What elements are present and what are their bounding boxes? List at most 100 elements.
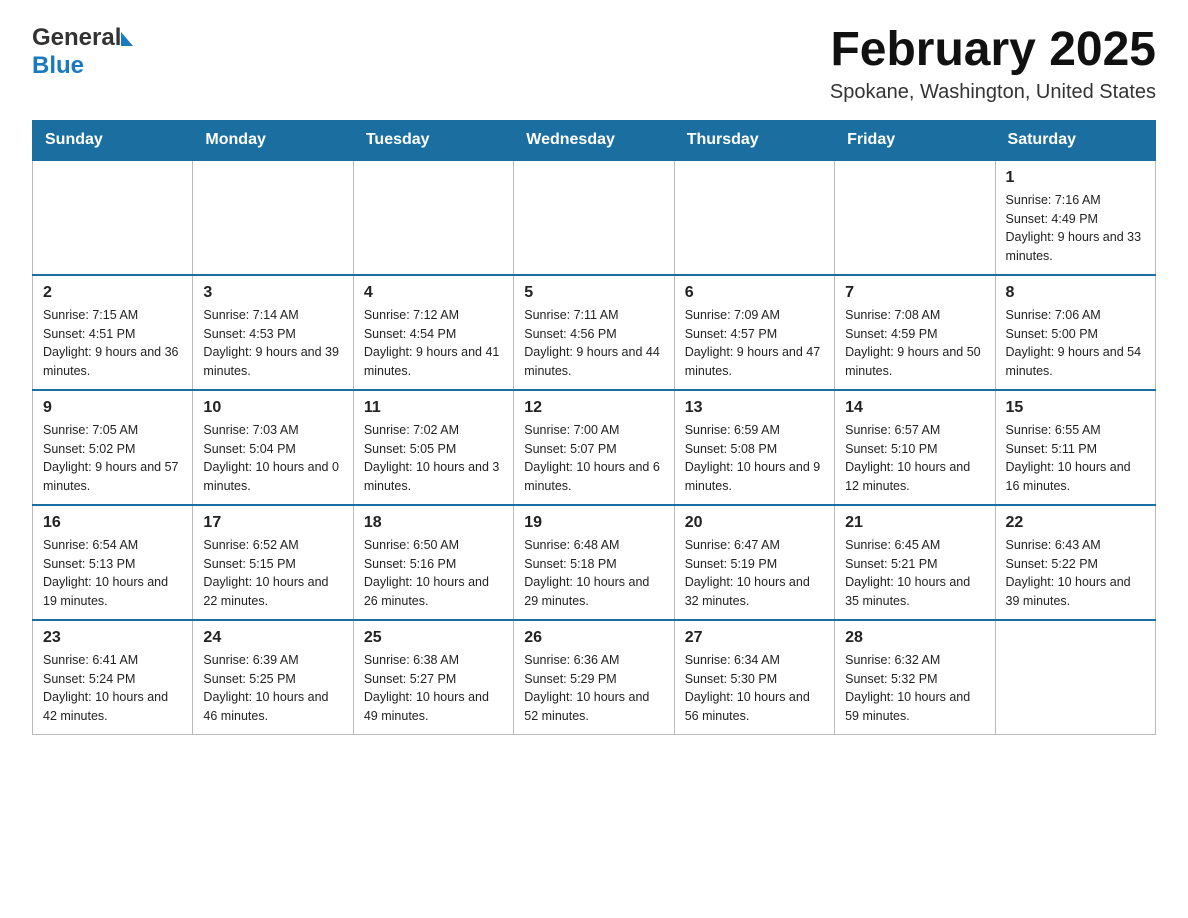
day-info: Sunrise: 6:52 AM Sunset: 5:15 PM Dayligh…: [203, 536, 342, 611]
calendar-cell: 23 Sunrise: 6:41 AM Sunset: 5:24 PM Dayli…: [33, 620, 193, 735]
day-number: 23: [43, 629, 182, 647]
day-of-week-header: Friday: [835, 120, 995, 160]
day-number: 19: [524, 514, 663, 532]
calendar-cell: 1 Sunrise: 7:16 AM Sunset: 4:49 PM Daylig…: [995, 160, 1155, 275]
day-info: Sunrise: 6:50 AM Sunset: 5:16 PM Dayligh…: [364, 536, 503, 611]
calendar-cell: [995, 620, 1155, 735]
day-info: Sunrise: 6:36 AM Sunset: 5:29 PM Dayligh…: [524, 651, 663, 726]
calendar-cell: 2 Sunrise: 7:15 AM Sunset: 4:51 PM Daylig…: [33, 275, 193, 390]
day-number: 28: [845, 629, 984, 647]
calendar-cell: [33, 160, 193, 275]
day-number: 17: [203, 514, 342, 532]
location-title: Spokane, Washington, United States: [830, 81, 1156, 104]
day-of-week-header: Thursday: [674, 120, 834, 160]
day-of-week-header: Sunday: [33, 120, 193, 160]
day-number: 24: [203, 629, 342, 647]
day-info: Sunrise: 7:11 AM Sunset: 4:56 PM Dayligh…: [524, 306, 663, 381]
day-number: 3: [203, 284, 342, 302]
day-info: Sunrise: 6:38 AM Sunset: 5:27 PM Dayligh…: [364, 651, 503, 726]
day-number: 20: [685, 514, 824, 532]
day-info: Sunrise: 6:47 AM Sunset: 5:19 PM Dayligh…: [685, 536, 824, 611]
calendar-table: SundayMondayTuesdayWednesdayThursdayFrid…: [32, 120, 1156, 735]
calendar-cell: 24 Sunrise: 6:39 AM Sunset: 5:25 PM Dayli…: [193, 620, 353, 735]
day-number: 15: [1006, 399, 1145, 417]
calendar-cell: [353, 160, 513, 275]
day-number: 16: [43, 514, 182, 532]
calendar-cell: 16 Sunrise: 6:54 AM Sunset: 5:13 PM Dayli…: [33, 505, 193, 620]
week-row: 9 Sunrise: 7:05 AM Sunset: 5:02 PM Daylig…: [33, 390, 1156, 505]
calendar-cell: [193, 160, 353, 275]
day-info: Sunrise: 7:05 AM Sunset: 5:02 PM Dayligh…: [43, 421, 182, 496]
day-info: Sunrise: 7:08 AM Sunset: 4:59 PM Dayligh…: [845, 306, 984, 381]
day-info: Sunrise: 6:43 AM Sunset: 5:22 PM Dayligh…: [1006, 536, 1145, 611]
week-row: 1 Sunrise: 7:16 AM Sunset: 4:49 PM Daylig…: [33, 160, 1156, 275]
day-number: 10: [203, 399, 342, 417]
day-info: Sunrise: 7:02 AM Sunset: 5:05 PM Dayligh…: [364, 421, 503, 496]
day-info: Sunrise: 6:54 AM Sunset: 5:13 PM Dayligh…: [43, 536, 182, 611]
day-number: 22: [1006, 514, 1145, 532]
day-number: 1: [1006, 169, 1145, 187]
calendar-cell: 28 Sunrise: 6:32 AM Sunset: 5:32 PM Dayli…: [835, 620, 995, 735]
day-of-week-header: Wednesday: [514, 120, 674, 160]
day-info: Sunrise: 6:32 AM Sunset: 5:32 PM Dayligh…: [845, 651, 984, 726]
calendar-cell: 18Sunrise: 6:50 AM Sunset: 5:16 PM Dayli…: [353, 505, 513, 620]
day-number: 5: [524, 284, 663, 302]
week-row: 16 Sunrise: 6:54 AM Sunset: 5:13 PM Dayli…: [33, 505, 1156, 620]
calendar-cell: 6Sunrise: 7:09 AM Sunset: 4:57 PM Daylig…: [674, 275, 834, 390]
day-of-week-header: Monday: [193, 120, 353, 160]
week-row: 2 Sunrise: 7:15 AM Sunset: 4:51 PM Daylig…: [33, 275, 1156, 390]
week-row: 23 Sunrise: 6:41 AM Sunset: 5:24 PM Dayli…: [33, 620, 1156, 735]
calendar-cell: [835, 160, 995, 275]
day-info: Sunrise: 6:59 AM Sunset: 5:08 PM Dayligh…: [685, 421, 824, 496]
logo-general-text: General: [32, 24, 121, 52]
day-of-week-header: Tuesday: [353, 120, 513, 160]
day-number: 12: [524, 399, 663, 417]
day-info: Sunrise: 7:09 AM Sunset: 4:57 PM Dayligh…: [685, 306, 824, 381]
day-info: Sunrise: 6:55 AM Sunset: 5:11 PM Dayligh…: [1006, 421, 1145, 496]
calendar-cell: 10 Sunrise: 7:03 AM Sunset: 5:04 PM Dayli…: [193, 390, 353, 505]
day-info: Sunrise: 6:41 AM Sunset: 5:24 PM Dayligh…: [43, 651, 182, 726]
day-info: Sunrise: 6:48 AM Sunset: 5:18 PM Dayligh…: [524, 536, 663, 611]
day-number: 7: [845, 284, 984, 302]
calendar-cell: [674, 160, 834, 275]
calendar-cell: 8 Sunrise: 7:06 AM Sunset: 5:00 PM Daylig…: [995, 275, 1155, 390]
day-number: 11: [364, 399, 503, 417]
day-number: 8: [1006, 284, 1145, 302]
calendar-cell: 20 Sunrise: 6:47 AM Sunset: 5:19 PM Dayli…: [674, 505, 834, 620]
calendar-cell: 22 Sunrise: 6:43 AM Sunset: 5:22 PM Dayli…: [995, 505, 1155, 620]
day-info: Sunrise: 6:57 AM Sunset: 5:10 PM Dayligh…: [845, 421, 984, 496]
logo-chevron-icon: [121, 32, 133, 46]
calendar-cell: 5 Sunrise: 7:11 AM Sunset: 4:56 PM Daylig…: [514, 275, 674, 390]
calendar-cell: 4Sunrise: 7:12 AM Sunset: 4:54 PM Daylig…: [353, 275, 513, 390]
day-number: 25: [364, 629, 503, 647]
calendar-cell: [514, 160, 674, 275]
title-block: February 2025 Spokane, Washington, Unite…: [830, 24, 1156, 104]
calendar-cell: 14 Sunrise: 6:57 AM Sunset: 5:10 PM Dayli…: [835, 390, 995, 505]
day-number: 27: [685, 629, 824, 647]
logo: General Blue: [32, 24, 133, 80]
calendar-cell: 15 Sunrise: 6:55 AM Sunset: 5:11 PM Dayli…: [995, 390, 1155, 505]
day-number: 2: [43, 284, 182, 302]
calendar-cell: 11 Sunrise: 7:02 AM Sunset: 5:05 PM Dayli…: [353, 390, 513, 505]
logo-blue-text: Blue: [32, 52, 84, 80]
day-info: Sunrise: 7:06 AM Sunset: 5:00 PM Dayligh…: [1006, 306, 1145, 381]
calendar-cell: 19 Sunrise: 6:48 AM Sunset: 5:18 PM Dayli…: [514, 505, 674, 620]
calendar-cell: 21 Sunrise: 6:45 AM Sunset: 5:21 PM Dayli…: [835, 505, 995, 620]
calendar-cell: 9 Sunrise: 7:05 AM Sunset: 5:02 PM Daylig…: [33, 390, 193, 505]
day-info: Sunrise: 6:45 AM Sunset: 5:21 PM Dayligh…: [845, 536, 984, 611]
day-number: 9: [43, 399, 182, 417]
day-number: 13: [685, 399, 824, 417]
day-info: Sunrise: 6:39 AM Sunset: 5:25 PM Dayligh…: [203, 651, 342, 726]
calendar-cell: 13 Sunrise: 6:59 AM Sunset: 5:08 PM Dayli…: [674, 390, 834, 505]
day-of-week-header: Saturday: [995, 120, 1155, 160]
calendar-cell: 12Sunrise: 7:00 AM Sunset: 5:07 PM Dayli…: [514, 390, 674, 505]
day-number: 26: [524, 629, 663, 647]
calendar-cell: 7 Sunrise: 7:08 AM Sunset: 4:59 PM Daylig…: [835, 275, 995, 390]
day-number: 21: [845, 514, 984, 532]
month-title: February 2025: [830, 24, 1156, 77]
day-info: Sunrise: 7:03 AM Sunset: 5:04 PM Dayligh…: [203, 421, 342, 496]
day-info: Sunrise: 7:15 AM Sunset: 4:51 PM Dayligh…: [43, 306, 182, 381]
day-number: 4: [364, 284, 503, 302]
day-info: Sunrise: 7:16 AM Sunset: 4:49 PM Dayligh…: [1006, 191, 1145, 266]
day-number: 14: [845, 399, 984, 417]
